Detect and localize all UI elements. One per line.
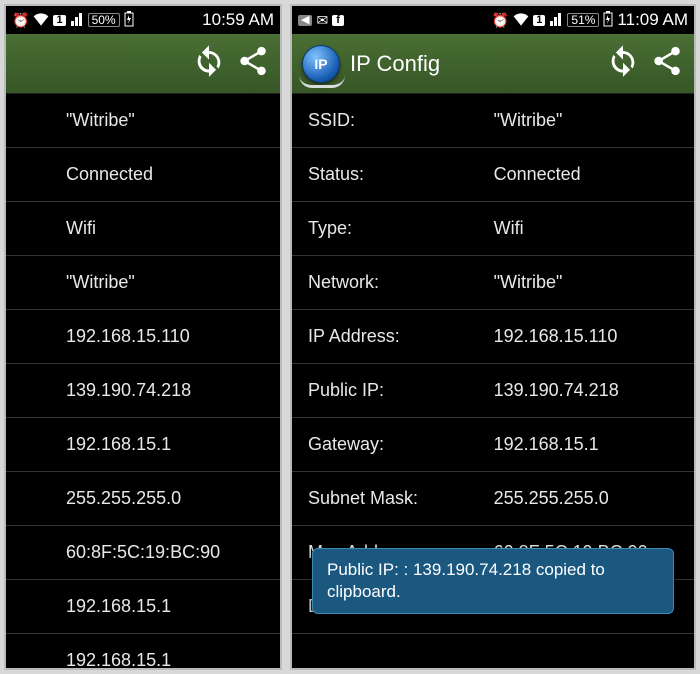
- list-item[interactable]: Public IP: 139.190.74.218: [292, 364, 694, 418]
- row-value: "Witribe": [494, 272, 678, 293]
- list-item[interactable]: "Witribe": [6, 256, 280, 310]
- list-item[interactable]: "Witribe": [6, 94, 280, 148]
- row-value: 192.168.15.1: [66, 596, 264, 617]
- list-item[interactable]: Network: "Witribe": [292, 256, 694, 310]
- row-value: 192.168.15.110: [494, 326, 678, 347]
- row-label: Type:: [308, 218, 486, 239]
- refresh-button[interactable]: [606, 44, 640, 83]
- charging-icon: [124, 11, 134, 29]
- toast-message: Public IP: : 139.190.74.218 copied to cl…: [312, 548, 674, 614]
- row-value: Connected: [494, 164, 678, 185]
- screenshot-left: ⏰ 1 50% 10:59 AM fig "Witribe" Co: [4, 4, 282, 670]
- app-bar: IP IP Config: [292, 34, 694, 94]
- charging-icon: [603, 11, 613, 29]
- share-button[interactable]: [650, 44, 684, 83]
- list-item[interactable]: Gateway: 192.168.15.1: [292, 418, 694, 472]
- row-value: 192.168.15.1: [66, 434, 264, 455]
- clock-text: 10:59 AM: [202, 10, 274, 30]
- screenshot-right: ◀ ✉ f ⏰ 1 51% 11:09 AM IP IP Config: [290, 4, 696, 670]
- row-label: IP Address:: [308, 326, 486, 347]
- row-value: 60:8F:5C:19:BC:90: [66, 542, 264, 563]
- clock-text: 11:09 AM: [617, 10, 688, 30]
- list-item[interactable]: 255.255.255.0: [6, 472, 280, 526]
- share-button[interactable]: [236, 44, 270, 83]
- status-bar: ⏰ 1 50% 10:59 AM: [6, 6, 280, 34]
- row-label: Status:: [308, 164, 486, 185]
- list-item[interactable]: Wifi: [6, 202, 280, 256]
- sim-icon: 1: [53, 15, 65, 26]
- row-label: Subnet Mask:: [308, 488, 486, 509]
- row-label: Network:: [308, 272, 486, 293]
- row-value: 192.168.15.110: [66, 326, 264, 347]
- list-item[interactable]: Type: Wifi: [292, 202, 694, 256]
- list-item[interactable]: 139.190.74.218: [6, 364, 280, 418]
- list-item[interactable]: 192.168.15.110: [6, 310, 280, 364]
- row-value: "Witribe": [494, 110, 678, 131]
- row-value: Wifi: [66, 218, 264, 239]
- facebook-icon: f: [332, 15, 344, 26]
- row-value: 139.190.74.218: [494, 380, 678, 401]
- info-list: "Witribe" Connected Wifi "Witribe" 192.1…: [6, 94, 280, 668]
- row-value: 139.190.74.218: [66, 380, 264, 401]
- row-value: 255.255.255.0: [66, 488, 264, 509]
- row-value: 192.168.15.1: [494, 434, 678, 455]
- list-item[interactable]: 60:8F:5C:19:BC:90: [6, 526, 280, 580]
- refresh-button[interactable]: [192, 44, 226, 83]
- list-item[interactable]: 192.168.15.1: [6, 418, 280, 472]
- sim-icon: 1: [533, 15, 545, 26]
- app-bar: fig: [6, 34, 280, 94]
- app-title: IP Config: [350, 51, 440, 77]
- list-item[interactable]: IP Address: 192.168.15.110: [292, 310, 694, 364]
- battery-text: 50%: [88, 13, 120, 27]
- list-item[interactable]: Connected: [6, 148, 280, 202]
- row-label: SSID:: [308, 110, 486, 131]
- app-icon: IP: [302, 45, 340, 83]
- list-item[interactable]: Subnet Mask: 255.255.255.0: [292, 472, 694, 526]
- list-item[interactable]: 192.168.15.1: [6, 634, 280, 668]
- row-value: 192.168.15.1: [66, 650, 264, 668]
- status-bar: ◀ ✉ f ⏰ 1 51% 11:09 AM: [292, 6, 694, 34]
- row-value: Wifi: [494, 218, 678, 239]
- mail-icon: ✉: [316, 13, 328, 27]
- row-label: Public IP:: [308, 380, 486, 401]
- row-value: Connected: [66, 164, 264, 185]
- wifi-icon: [513, 12, 529, 28]
- signal-icon: [70, 12, 84, 28]
- signal-icon: [549, 12, 563, 28]
- alarm-icon: ⏰: [12, 13, 29, 27]
- list-item[interactable]: Status: Connected: [292, 148, 694, 202]
- list-item[interactable]: SSID: "Witribe": [292, 94, 694, 148]
- alarm-icon: ⏰: [492, 13, 509, 27]
- back-icon: ◀: [298, 15, 312, 26]
- row-value: "Witribe": [66, 272, 264, 293]
- list-item[interactable]: 192.168.15.1: [6, 580, 280, 634]
- battery-text: 51%: [567, 13, 599, 27]
- row-value: 255.255.255.0: [494, 488, 678, 509]
- row-label: Gateway:: [308, 434, 486, 455]
- row-value: "Witribe": [66, 110, 264, 131]
- wifi-icon: [33, 12, 49, 28]
